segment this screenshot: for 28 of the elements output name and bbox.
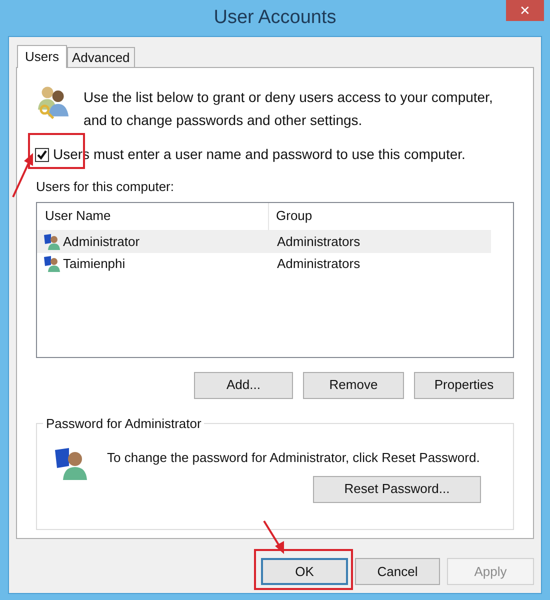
dialog-button[interactable]: Cancel (355, 558, 440, 585)
section-label: Users for this computer: (36, 178, 174, 196)
close-button[interactable]: ✕ (506, 0, 544, 21)
user-computer-icon (43, 254, 61, 272)
intro-text: Use the list below to grant or deny users access to your computer, and to change passwords and other settings. (84, 88, 494, 130)
column-header[interactable]: Group (269, 202, 491, 230)
list-button[interactable]: Remove (303, 372, 404, 398)
user-name: Administrator (63, 232, 140, 251)
reset-password-button[interactable]: Reset Password... (313, 476, 481, 502)
users-key-icon (37, 84, 70, 120)
arrow (263, 520, 284, 554)
arrow (12, 153, 33, 198)
group-text: To change the password for Administrator, click Reset Password. (107, 448, 480, 467)
list-button[interactable]: Add... (194, 372, 293, 398)
dialog-button[interactable]: OK (261, 558, 348, 585)
user-name: Taimienphi (63, 254, 126, 273)
list-row[interactable]: Taimienphi Administrators (37, 252, 491, 274)
user-computer-icon (53, 446, 89, 482)
checkbox[interactable] (35, 148, 49, 162)
user-computer-icon (43, 232, 61, 250)
list-button[interactable]: Properties (414, 372, 514, 398)
group-name: Administrators (276, 232, 360, 251)
tab[interactable]: Users (17, 45, 67, 68)
list-row[interactable]: Administrator Administrators (37, 230, 491, 252)
tab[interactable]: Advanced (66, 47, 135, 67)
group-name: Administrators (276, 254, 360, 273)
window-title: User Accounts (214, 6, 336, 30)
column-header[interactable]: User Name (37, 202, 269, 230)
